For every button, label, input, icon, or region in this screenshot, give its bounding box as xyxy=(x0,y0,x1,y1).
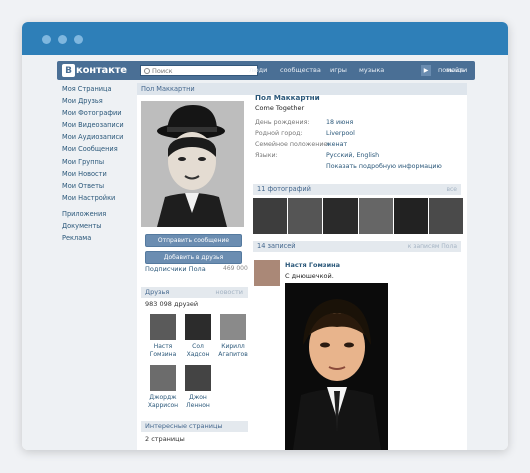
nav-logout[interactable]: выйти xyxy=(446,66,467,74)
menu-my-news[interactable]: Мои Новости xyxy=(62,168,142,180)
friend-last-name: Хадсон xyxy=(186,350,210,358)
menu-my-page[interactable]: Моя Страница xyxy=(62,83,142,95)
subscribers-count: 469 000 xyxy=(223,265,248,272)
profile-name: Пол Маккартни xyxy=(255,93,320,102)
friend-item[interactable]: Кирилл Агапитов xyxy=(215,314,251,358)
menu-my-messages[interactable]: Мои Сообщения xyxy=(62,143,142,155)
post-text: С днюшечкой. xyxy=(285,272,334,280)
search-box[interactable] xyxy=(140,65,258,76)
post-image-art xyxy=(285,283,388,450)
photos-section-header[interactable]: 11 фотографий все xyxy=(253,184,461,195)
site-header: В контакте люди сообщества игры музыка ▶… xyxy=(57,61,475,80)
menu-apps[interactable]: Приложения xyxy=(62,208,142,220)
info-row-languages: Языки: Русский, English xyxy=(255,152,455,162)
post-image[interactable] xyxy=(285,283,388,450)
photo-thumb[interactable] xyxy=(253,198,288,234)
info-value[interactable]: Liverpool xyxy=(326,130,355,137)
friend-item[interactable]: Джордж Харрисон xyxy=(145,365,181,409)
friend-avatar xyxy=(185,314,211,340)
info-row-birthday: День рождения: 18 июня xyxy=(255,119,455,129)
friend-first-name: Сол xyxy=(192,343,204,350)
window-dot-1[interactable] xyxy=(42,35,51,44)
photo-thumb[interactable] xyxy=(323,198,358,234)
info-value[interactable]: 18 июня xyxy=(326,119,353,126)
logo-mark: В xyxy=(62,64,75,77)
wall-all-link[interactable]: к записям Пола xyxy=(408,241,457,252)
menu-my-photos[interactable]: Мои Фотографии xyxy=(62,107,142,119)
photo-thumb[interactable] xyxy=(288,198,323,234)
site-logo[interactable]: В контакте xyxy=(62,64,127,77)
photo-thumb[interactable] xyxy=(358,198,393,234)
menu-my-answers[interactable]: Мои Ответы xyxy=(62,180,142,192)
nav-games[interactable]: игры xyxy=(330,66,347,74)
friend-last-name: Гомзина xyxy=(149,350,177,358)
nav-music[interactable]: музыка xyxy=(359,66,384,74)
logo-text: контакте xyxy=(76,65,127,76)
friends-news-link[interactable]: новости xyxy=(215,287,243,298)
friend-item[interactable]: Настя Гомзина xyxy=(145,314,181,358)
photo-thumbnails xyxy=(253,198,464,234)
profile-photo-art xyxy=(141,101,244,227)
friend-first-name: Кирилл xyxy=(221,343,245,350)
info-value: женат xyxy=(326,141,348,148)
friend-avatar xyxy=(220,314,246,340)
window-dot-3[interactable] xyxy=(74,35,83,44)
menu-my-audio[interactable]: Мои Аудиозаписи xyxy=(62,131,142,143)
interesting-pages-count: 2 страницы xyxy=(145,435,185,443)
friend-last-name: Агапитов xyxy=(218,350,248,358)
subscribers-link[interactable]: Подписчики Пола xyxy=(145,265,206,273)
window-titlebar xyxy=(22,22,508,55)
wall-section-header[interactable]: 14 записей к записям Пола xyxy=(253,241,461,252)
add-friend-button[interactable]: Добавить в друзья xyxy=(145,251,242,264)
search-icon xyxy=(144,67,150,74)
info-value[interactable]: Русский, English xyxy=(326,152,379,159)
window-dot-2[interactable] xyxy=(58,35,67,44)
friends-title: Друзья xyxy=(145,288,170,296)
browser-window: В контакте люди сообщества игры музыка ▶… xyxy=(22,22,508,450)
friend-first-name: Джон xyxy=(189,394,207,401)
friends-count: 983 098 друзей xyxy=(145,300,199,308)
info-row-hometown: Родной город: Liverpool xyxy=(255,130,455,140)
profile-status[interactable]: Come Together xyxy=(255,104,304,112)
menu-ads[interactable]: Реклама xyxy=(62,232,142,244)
left-menu: Моя Страница Мои Друзья Мои Фотографии М… xyxy=(62,83,142,244)
menu-documents[interactable]: Документы xyxy=(62,220,142,232)
friends-section-header[interactable]: Друзья новости xyxy=(141,287,248,298)
page-content: В контакте люди сообщества игры музыка ▶… xyxy=(22,55,508,450)
photos-all-link[interactable]: все xyxy=(446,184,457,195)
info-key: Родной город: xyxy=(255,130,303,137)
search-input[interactable] xyxy=(152,66,252,75)
friend-first-name: Джордж xyxy=(149,394,177,401)
friend-item[interactable]: Джон Леннон xyxy=(180,365,216,409)
profile-photo[interactable] xyxy=(141,101,244,227)
post-author-name[interactable]: Настя Гомзина xyxy=(285,261,340,269)
wall-title: 14 записей xyxy=(257,242,296,250)
friend-first-name: Настя xyxy=(153,343,173,350)
friend-last-name: Харрисон xyxy=(147,401,179,409)
nav-communities[interactable]: сообщества xyxy=(280,66,321,74)
menu-my-settings[interactable]: Мои Настройки xyxy=(62,192,142,204)
post-author-avatar[interactable] xyxy=(254,260,280,286)
info-key: Семейное положение: xyxy=(255,141,330,148)
menu-my-friends[interactable]: Мои Друзья xyxy=(62,95,142,107)
menu-my-videos[interactable]: Мои Видеозаписи xyxy=(62,119,142,131)
profile-panel: Пол Маккартни Отправить сообщение Добави… xyxy=(137,83,467,450)
interesting-pages-header[interactable]: Интересные страницы xyxy=(141,421,248,432)
menu-my-groups[interactable]: Мои Группы xyxy=(62,156,142,168)
friend-avatar xyxy=(185,365,211,391)
photo-thumb[interactable] xyxy=(428,198,464,234)
photo-thumb[interactable] xyxy=(393,198,428,234)
nav-more-arrow-icon[interactable]: ▶ xyxy=(421,65,431,76)
friend-avatar xyxy=(150,365,176,391)
nav-people[interactable]: люди xyxy=(249,66,267,74)
info-key: День рождения: xyxy=(255,119,310,126)
photos-title: 11 фотографий xyxy=(257,185,311,193)
info-key: Языки: xyxy=(255,152,278,159)
friend-item[interactable]: Сол Хадсон xyxy=(180,314,216,358)
friend-avatar xyxy=(150,314,176,340)
friend-last-name: Леннон xyxy=(186,401,210,409)
info-row-family: Семейное положение: женат xyxy=(255,141,455,151)
show-more-info-link[interactable]: Показать подробную информацию xyxy=(326,163,442,170)
send-message-button[interactable]: Отправить сообщение xyxy=(145,234,242,247)
